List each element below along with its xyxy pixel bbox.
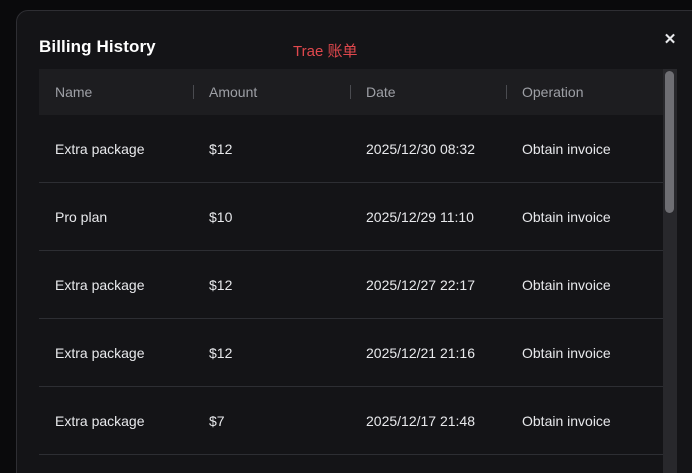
close-button[interactable]: ✕ <box>657 27 683 53</box>
scrollbar-thumb[interactable] <box>665 71 674 213</box>
cell-operation: Obtain invoice <box>506 413 663 429</box>
cell-date: 2025/12/27 22:17 <box>366 276 475 293</box>
obtain-invoice-link[interactable]: Obtain invoice <box>522 277 611 293</box>
cell-date: 2025/12/29 11:10 <box>366 208 474 225</box>
table-header-row: Name Amount Date Operation <box>39 69 663 115</box>
page-title: Billing History <box>39 37 156 56</box>
cell-name: Pro plan <box>55 208 108 225</box>
obtain-invoice-link[interactable]: Obtain invoice <box>522 413 611 429</box>
close-icon: ✕ <box>663 31 677 48</box>
table-row: Extra package $12 2025/12/27 22:17 Obtain i… <box>39 251 663 319</box>
column-header-name: Name <box>55 84 93 100</box>
cell-name: Extra package <box>55 344 145 361</box>
column-header-operation: Operation <box>506 84 663 100</box>
cell-amount: $12 <box>209 344 233 361</box>
column-header-date: Date <box>350 84 506 100</box>
table-body: Extra package $12 2025/12/30 08:32 Obtain i… <box>39 115 663 455</box>
cell-date: 2025/12/21 21:16 <box>366 344 475 361</box>
cell-date: 2025/12/17 21:48 <box>366 412 475 429</box>
cell-operation: Obtain invoice <box>506 141 663 157</box>
billing-table: Name Amount Date Operation Extra package $12… <box>39 69 677 473</box>
cell-date: 2025/12/30 08:32 <box>366 140 475 157</box>
cell-amount: $10 <box>209 208 233 225</box>
cell-amount: $12 <box>209 276 233 293</box>
billing-history-modal: Billing History Trae 账单 ✕ Name Amount Date… <box>16 10 692 473</box>
cell-operation: Obtain invoice <box>506 345 663 361</box>
modal-subtitle: Trae 账单 <box>293 43 358 60</box>
cell-operation: Obtain invoice <box>506 209 663 225</box>
obtain-invoice-link[interactable]: Obtain invoice <box>522 209 611 225</box>
cell-amount: $12 <box>209 140 233 157</box>
cell-name: Extra package <box>55 140 145 157</box>
cell-amount: $7 <box>209 412 225 429</box>
table-row: Extra package $12 2025/12/21 21:16 Obtain i… <box>39 319 663 387</box>
table-row: Extra package $7 2025/12/17 21:48 Obtain in… <box>39 387 663 455</box>
cell-name: Extra package <box>55 412 145 429</box>
obtain-invoice-link[interactable]: Obtain invoice <box>522 141 611 157</box>
table-scrollbar[interactable] <box>663 69 677 473</box>
obtain-invoice-link[interactable]: Obtain invoice <box>522 345 611 361</box>
cell-name: Extra package <box>55 276 145 293</box>
table-row: Extra package $12 2025/12/30 08:32 Obtain i… <box>39 115 663 183</box>
cell-operation: Obtain invoice <box>506 277 663 293</box>
column-header-amount: Amount <box>193 84 350 100</box>
table-row: Pro plan $10 2025/12/29 11:10 Obtain invoic… <box>39 183 663 251</box>
